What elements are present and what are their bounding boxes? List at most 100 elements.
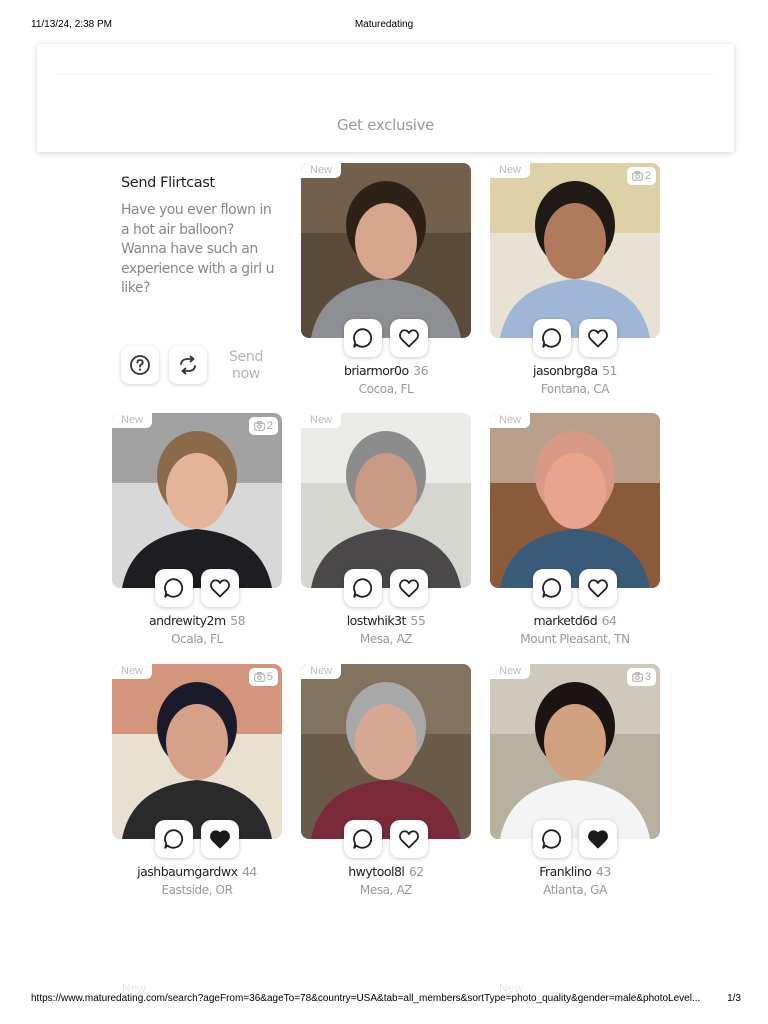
chat-bubble-icon	[353, 578, 373, 598]
profile-username[interactable]: lostwhik3t	[347, 613, 407, 628]
chat-bubble-icon	[542, 328, 562, 348]
photo-count: 3	[644, 671, 651, 683]
profile-username[interactable]: hwytool8l	[348, 864, 405, 879]
camera-icon	[632, 171, 643, 181]
photo-count-badge[interactable]: 3	[626, 668, 656, 686]
photo-count: 5	[266, 671, 273, 683]
profile-info: jasonbrg8a 51 Fontana, CA	[490, 362, 660, 396]
chat-button[interactable]	[344, 820, 382, 858]
profile-age: 55	[410, 613, 426, 628]
print-url: https://www.maturedating.com/search?ageF…	[31, 993, 701, 1004]
profile-info: briarmor0o 36 Cocoa, FL	[301, 362, 471, 396]
profile-name-line: marketd6d 64	[490, 612, 660, 630]
camera-icon	[632, 672, 643, 682]
profile-location: Ocala, FL	[171, 632, 223, 646]
profile-photo[interactable]: New 3	[490, 664, 660, 839]
profile-photo[interactable]: New	[301, 664, 471, 839]
like-button[interactable]	[579, 319, 617, 357]
profile-info: jashbaumgardwx 44 Eastside, OR	[112, 863, 282, 897]
photo-count-badge[interactable]: 5	[248, 668, 278, 686]
chat-bubble-icon	[353, 328, 373, 348]
profile-name-line: andrewity2m 58	[112, 612, 282, 630]
chat-button[interactable]	[344, 569, 382, 607]
like-button[interactable]	[579, 569, 617, 607]
profile-username[interactable]: briarmor0o	[344, 363, 409, 378]
like-button[interactable]	[579, 820, 617, 858]
profile-name-line: jashbaumgardwx 44	[112, 863, 282, 881]
profile-age: 62	[408, 864, 424, 879]
profile-location: Mount Pleasant, TN	[520, 632, 630, 646]
profile-photo[interactable]: New 2	[112, 413, 282, 588]
print-header: 11/13/24, 2:38 PM Maturedating	[0, 19, 768, 33]
card-actions	[533, 319, 617, 357]
new-badge: New	[301, 163, 342, 178]
profile-username[interactable]: Franklino	[539, 864, 592, 879]
profile-portrait	[301, 413, 471, 588]
new-badge: New	[490, 664, 531, 679]
card-actions	[344, 319, 428, 357]
profile-photo[interactable]: New	[490, 413, 660, 588]
refresh-icon	[180, 355, 196, 375]
profile-portrait	[301, 163, 471, 338]
heart-icon	[588, 579, 608, 598]
profile-info: lostwhik3t 55 Mesa, AZ	[301, 612, 471, 646]
chat-button[interactable]	[155, 569, 193, 607]
heart-icon	[210, 579, 230, 598]
heart-icon	[210, 830, 230, 849]
profile-portrait	[112, 664, 282, 839]
like-button[interactable]	[390, 569, 428, 607]
exclusive-banner[interactable]: Get exclusive	[37, 44, 734, 152]
like-button[interactable]	[201, 569, 239, 607]
heart-icon	[399, 579, 419, 598]
new-badge: New	[301, 413, 342, 428]
photo-count: 2	[266, 420, 273, 432]
profile-portrait	[490, 413, 660, 588]
profile-username[interactable]: marketd6d	[533, 613, 597, 628]
chat-bubble-icon	[164, 829, 184, 849]
like-button[interactable]	[390, 319, 428, 357]
help-button[interactable]	[121, 346, 159, 384]
heart-icon	[399, 329, 419, 348]
profile-location: Mesa, AZ	[359, 883, 413, 897]
like-button[interactable]	[201, 820, 239, 858]
card-actions	[344, 569, 428, 607]
chat-button[interactable]	[533, 319, 571, 357]
chat-button[interactable]	[155, 820, 193, 858]
profile-name-line: briarmor0o 36	[301, 362, 471, 380]
like-button[interactable]	[390, 820, 428, 858]
help-icon	[130, 355, 150, 375]
profile-age: 64	[601, 613, 617, 628]
profile-username[interactable]: jashbaumgardwx	[137, 864, 238, 879]
card-actions	[533, 820, 617, 858]
chat-bubble-icon	[542, 578, 562, 598]
profile-username[interactable]: andrewity2m	[149, 613, 226, 628]
profile-age: 51	[602, 363, 617, 378]
profile-portrait	[112, 413, 282, 588]
new-badge: New	[490, 163, 531, 178]
chat-button[interactable]	[344, 319, 382, 357]
refresh-button[interactable]	[169, 346, 207, 384]
new-badge: New	[112, 664, 153, 679]
profile-location: Cocoa, FL	[358, 382, 414, 396]
print-page-number: 1/3	[727, 993, 741, 1004]
profile-info: hwytool8l 62 Mesa, AZ	[301, 863, 471, 897]
photo-count-badge[interactable]: 2	[248, 417, 278, 435]
profile-photo[interactable]: New 2	[490, 163, 660, 338]
profile-location: Fontana, CA	[540, 382, 610, 396]
send-now-button[interactable]: Send now	[228, 349, 264, 383]
profile-photo[interactable]: New 5	[112, 664, 282, 839]
profile-photo[interactable]: New	[301, 163, 471, 338]
send-now-label-line2: now	[232, 366, 260, 382]
profile-age: 36	[413, 363, 429, 378]
profile-photo[interactable]: New	[301, 413, 471, 588]
profile-username[interactable]: jasonbrg8a	[533, 363, 598, 378]
get-exclusive-link[interactable]: Get exclusive	[37, 116, 734, 134]
chat-bubble-icon	[353, 829, 373, 849]
profile-location: Mesa, AZ	[359, 632, 413, 646]
chat-button[interactable]	[533, 820, 571, 858]
chat-button[interactable]	[533, 569, 571, 607]
profile-name-line: hwytool8l 62	[301, 863, 471, 881]
profile-name-line: Franklino 43	[490, 863, 660, 881]
photo-count-badge[interactable]: 2	[626, 167, 656, 185]
profile-info: marketd6d 64 Mount Pleasant, TN	[490, 612, 660, 646]
